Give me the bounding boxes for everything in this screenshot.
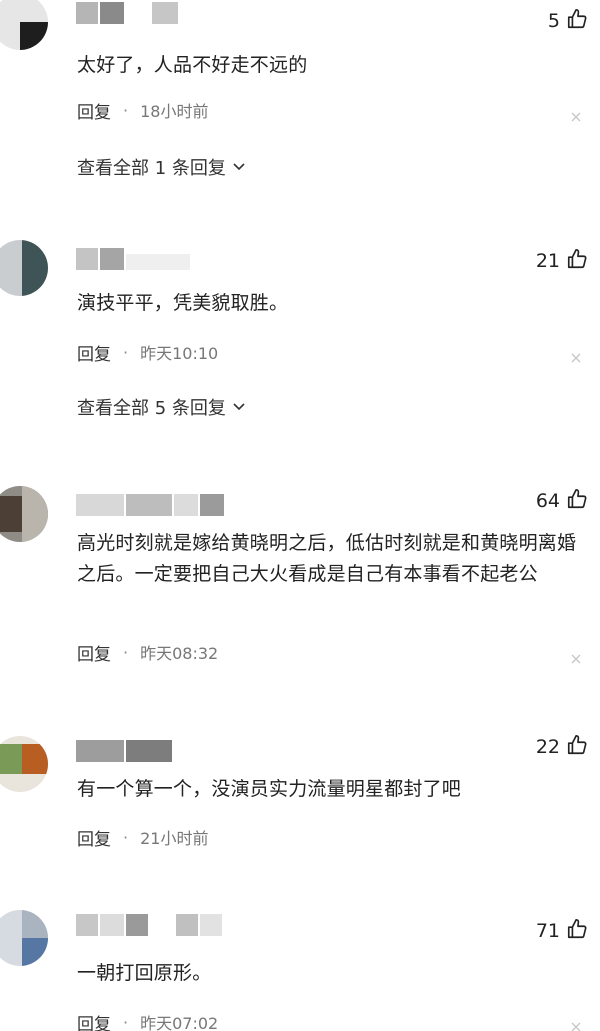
- like-button[interactable]: 21: [536, 248, 588, 274]
- like-button[interactable]: 22: [536, 734, 588, 760]
- chevron-down-icon: [232, 157, 246, 178]
- comment-meta: 回复 · 18小时前: [77, 98, 209, 123]
- comment-item: 64 高光时刻就是嫁给黄晓明之后，低估时刻就是和黄晓明离婚之后。一定要把自己大火…: [0, 480, 600, 700]
- thumbs-up-icon: [566, 248, 588, 274]
- chevron-down-icon: [232, 397, 246, 418]
- comment-meta: 回复 · 昨天08:32: [77, 640, 219, 665]
- reply-button[interactable]: 回复: [77, 340, 111, 365]
- avatar[interactable]: [0, 0, 48, 50]
- close-icon[interactable]: [570, 1018, 582, 1031]
- comment-text: 太好了，人品不好走不远的: [77, 54, 308, 76]
- comment-text: 有一个算一个，没演员实力流量明星都封了吧: [77, 778, 462, 800]
- reply-button[interactable]: 回复: [77, 640, 111, 665]
- comment-text: 一朝打回原形。: [77, 962, 212, 984]
- comment-time: 昨天10:10: [140, 344, 219, 363]
- like-count: 21: [535, 250, 560, 272]
- avatar[interactable]: [0, 486, 48, 542]
- username-blurred[interactable]: [76, 2, 178, 24]
- like-button[interactable]: 71: [536, 918, 588, 944]
- view-all-replies-button[interactable]: 查看全部 5 条回复: [77, 394, 246, 420]
- view-all-replies-label: 查看全部 5 条回复: [77, 398, 226, 419]
- comment-item: 71 一朝打回原形。 回复 · 昨天07:02: [0, 910, 600, 1031]
- username-blurred[interactable]: [76, 494, 224, 516]
- comment-meta: 回复 · 昨天10:10: [77, 340, 219, 365]
- comment-text: 高光时刻就是嫁给黄晓明之后，低估时刻就是和黄晓明离婚之后。一定要把自己大火看成是…: [77, 532, 577, 585]
- comment-item: 5 太好了，人品不好走不远的 回复 · 18小时前 查看全部 1 条回复: [0, 0, 600, 200]
- comment-meta: 回复 · 21小时前: [77, 825, 209, 850]
- like-count: 64: [535, 490, 560, 512]
- avatar[interactable]: [0, 240, 48, 296]
- comment-meta: 回复 · 昨天07:02: [77, 1010, 218, 1031]
- reply-button[interactable]: 回复: [77, 825, 111, 850]
- thumbs-up-icon: [566, 918, 588, 944]
- username-blurred[interactable]: [76, 248, 190, 270]
- reply-button[interactable]: 回复: [77, 1010, 111, 1031]
- avatar[interactable]: [0, 910, 48, 966]
- like-button[interactable]: 64: [536, 488, 588, 514]
- view-all-replies-button[interactable]: 查看全部 1 条回复: [77, 154, 246, 180]
- like-button[interactable]: 5: [548, 8, 588, 34]
- comment-time: 昨天07:02: [140, 1014, 219, 1031]
- like-count: 22: [535, 736, 560, 758]
- like-count: 5: [547, 10, 560, 32]
- view-all-replies-label: 查看全部 1 条回复: [77, 158, 226, 179]
- close-icon[interactable]: [570, 108, 582, 122]
- reply-button[interactable]: 回复: [77, 98, 111, 123]
- username-blurred[interactable]: [76, 740, 172, 762]
- comment-time: 21小时前: [140, 829, 209, 848]
- comment-time: 18小时前: [140, 102, 209, 121]
- close-icon[interactable]: [570, 650, 582, 664]
- comment-text: 演技平平，凭美貌取胜。: [77, 292, 289, 314]
- avatar[interactable]: [0, 736, 48, 792]
- thumbs-up-icon: [566, 734, 588, 760]
- thumbs-up-icon: [566, 8, 588, 34]
- close-icon[interactable]: [570, 349, 582, 363]
- username-blurred[interactable]: [76, 914, 222, 936]
- like-count: 71: [535, 920, 560, 942]
- comment-time: 昨天08:32: [140, 644, 219, 663]
- thumbs-up-icon: [566, 488, 588, 514]
- comment-item: 22 有一个算一个，没演员实力流量明星都封了吧 回复 · 21小时前: [0, 728, 600, 888]
- comment-item: 21 演技平平，凭美貌取胜。 回复 · 昨天10:10 查看全部 5 条回复: [0, 240, 600, 440]
